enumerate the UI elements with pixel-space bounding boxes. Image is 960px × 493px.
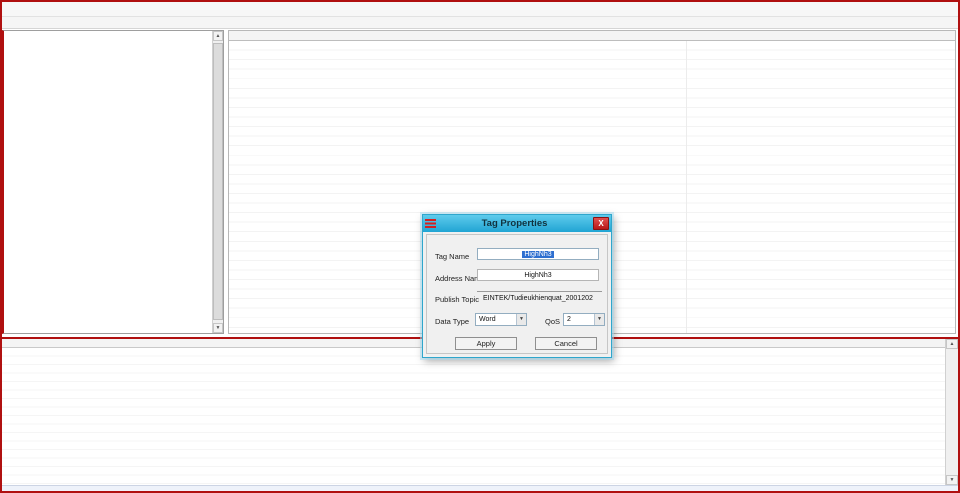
cancel-button[interactable]: Cancel: [535, 337, 597, 350]
tag-table-header: [229, 31, 955, 41]
log-body: [2, 348, 945, 485]
event-log-panel: ▲ ▼: [2, 337, 958, 491]
log-horizontal-scrollbar[interactable]: [2, 485, 958, 491]
column-divider: [686, 41, 687, 333]
gateway-tree: [4, 31, 212, 333]
qos-label: QoS: [545, 317, 560, 326]
qos-value: 2: [567, 316, 571, 323]
close-icon[interactable]: X: [593, 217, 609, 230]
tag-name-input[interactable]: HighNh3: [477, 248, 599, 260]
data-type-value: Word: [479, 316, 496, 323]
gateway-tree-panel: ▲ ▼: [2, 30, 224, 334]
scroll-up-icon[interactable]: ▲: [946, 339, 958, 349]
selected-text: HighNh3: [522, 251, 553, 258]
apply-button[interactable]: Apply: [455, 337, 517, 350]
dialog-body: Tag Name HighNh3 Address Name HighNh3 Pu…: [426, 234, 608, 354]
scroll-up-icon[interactable]: ▲: [213, 31, 223, 41]
publish-topic-field-line: [477, 291, 602, 292]
dialog-menu-icon: [425, 219, 436, 229]
tag-properties-dialog: Tag Properties X Tag Name HighNh3 Addres…: [422, 214, 612, 358]
publish-topic-value[interactable]: EINTEK/Tudieukhienquat_2001202: [483, 295, 593, 302]
publish-topic-label: Publish Topic: [435, 295, 479, 304]
toolbar: [2, 16, 958, 29]
scroll-down-icon[interactable]: ▼: [946, 475, 958, 485]
data-type-label: Data Type: [435, 317, 469, 326]
chevron-down-icon[interactable]: ▼: [594, 314, 604, 325]
dialog-title-bar[interactable]: Tag Properties X: [423, 215, 611, 232]
data-type-select[interactable]: Word ▼: [475, 313, 527, 326]
qos-select[interactable]: 2 ▼: [563, 313, 605, 326]
tag-name-label: Tag Name: [435, 252, 469, 261]
scroll-down-icon[interactable]: ▼: [213, 323, 223, 333]
menu-bar: [2, 1, 958, 16]
address-name-input[interactable]: HighNh3: [477, 269, 599, 281]
chevron-down-icon[interactable]: ▼: [516, 314, 526, 325]
tree-scrollbar-thumb[interactable]: [213, 43, 223, 320]
tree-scrollbar[interactable]: ▲ ▼: [212, 31, 223, 333]
dialog-title: Tag Properties: [436, 218, 593, 229]
log-scrollbar[interactable]: ▲ ▼: [945, 339, 958, 485]
